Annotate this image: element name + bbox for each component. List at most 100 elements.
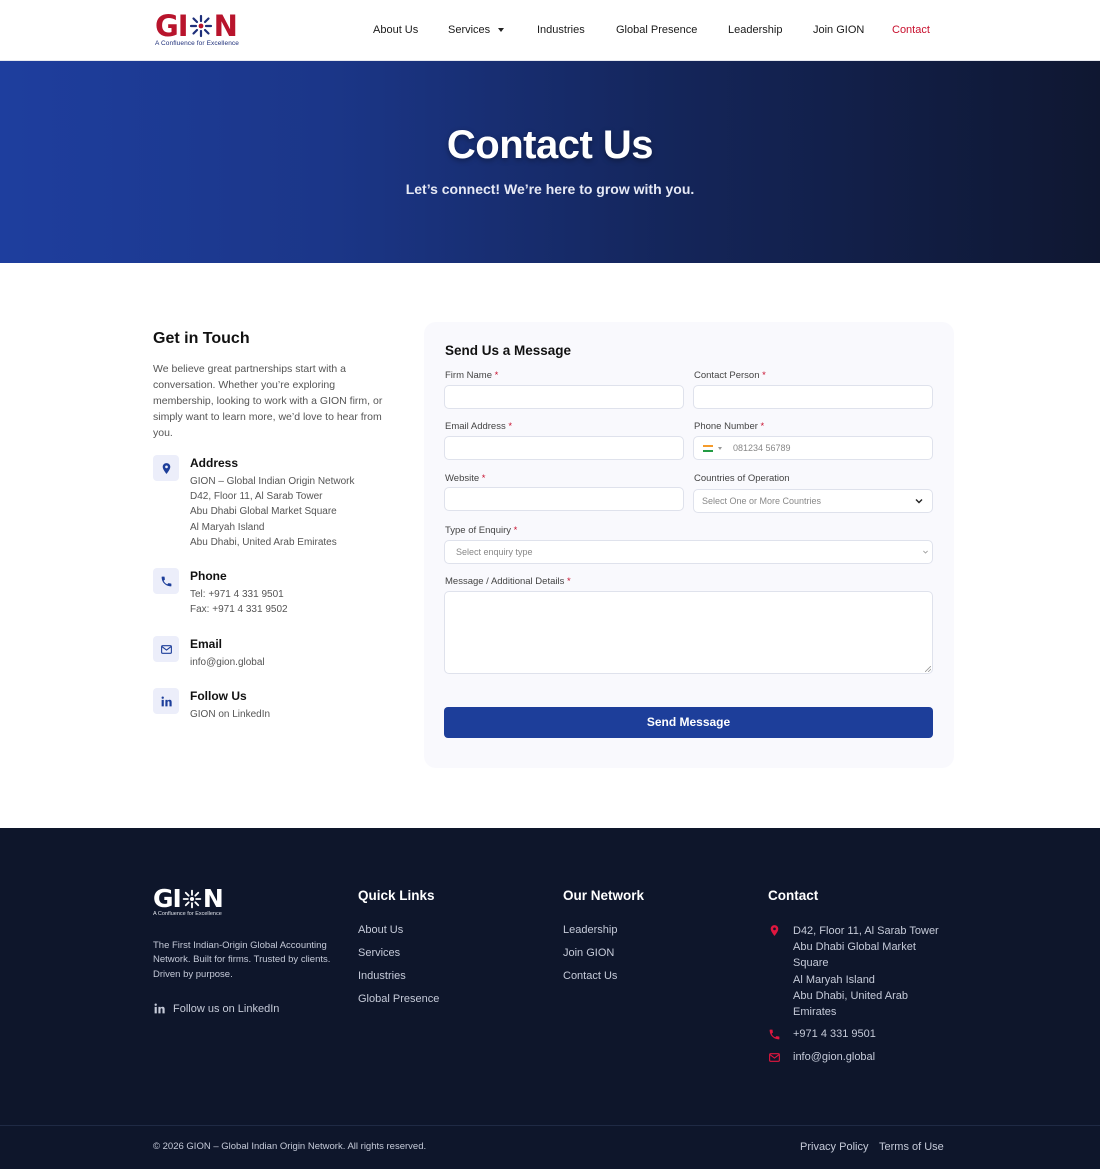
footer-link-join-gion[interactable]: Join GION bbox=[563, 947, 614, 959]
countries-placeholder: Select One or More Countries bbox=[702, 496, 822, 506]
contact-person-label: Contact Person * bbox=[694, 370, 766, 381]
footer-logo-wordmark: GI N bbox=[153, 884, 224, 913]
enquiry-placeholder: Select enquiry type bbox=[456, 547, 533, 557]
footer-follow-label: Follow us on LinkedIn bbox=[173, 1002, 280, 1015]
address-line: D42, Floor 11, Al Sarab Tower bbox=[793, 925, 939, 937]
copyright-text: © 2026 GION – Global Indian Origin Netwo… bbox=[153, 1141, 427, 1152]
phone-icon bbox=[153, 568, 179, 594]
chevron-down-icon bbox=[923, 550, 928, 554]
hero-banner: Contact Us Let’s connect! We’re here to … bbox=[0, 61, 1100, 263]
footer-link-global-presence[interactable]: Global Presence bbox=[358, 993, 439, 1005]
phone-title: Phone bbox=[190, 569, 227, 583]
nav-about-us[interactable]: About Us bbox=[373, 22, 418, 38]
nav-leadership[interactable]: Leadership bbox=[728, 22, 782, 38]
logo-text-start: GI bbox=[153, 884, 182, 913]
footer-logo[interactable]: GI N A Confluence for Excellence bbox=[153, 884, 224, 918]
email-link[interactable]: info@gion.global bbox=[190, 655, 265, 670]
address-line: Abu Dhabi, United Arab bbox=[793, 989, 908, 1002]
nav-contact[interactable]: Contact bbox=[892, 22, 930, 38]
resize-handle-icon[interactable] bbox=[925, 666, 931, 672]
contact-person-input[interactable] bbox=[693, 385, 933, 409]
footer-link-contact-us[interactable]: Contact Us bbox=[563, 970, 617, 982]
main-menu: About Us Services Industries Global Pres… bbox=[0, 22, 1100, 40]
nav-join-gion[interactable]: Join GION bbox=[813, 22, 864, 38]
linkedin-icon bbox=[153, 688, 179, 714]
firm-name-input[interactable] bbox=[444, 385, 684, 409]
label-text: Email Address bbox=[445, 421, 506, 432]
address-line: Abu Dhabi Global Market bbox=[793, 941, 916, 954]
label-text: Type of Enquiry bbox=[445, 525, 512, 536]
hero-subtitle: Let’s connect! We’re here to grow with y… bbox=[405, 181, 695, 197]
contact-form-card: Send Us a Message Firm Name * Contact Pe… bbox=[424, 322, 954, 768]
email-input[interactable] bbox=[444, 436, 684, 460]
footer-email: info@gion.global bbox=[793, 1051, 876, 1063]
site-footer: GI N A Confluence for Excellence The Fir… bbox=[0, 828, 1100, 1169]
label-text: Contact Person bbox=[694, 370, 760, 381]
footer-phone: +971 4 331 9501 bbox=[793, 1028, 876, 1040]
form-heading: Send Us a Message bbox=[445, 343, 572, 358]
footer-link-industries[interactable]: Industries bbox=[358, 970, 406, 982]
address-line: Abu Dhabi, United Arab Emirates bbox=[190, 536, 337, 548]
phone-tel[interactable]: Tel: +971 4 331 9501 bbox=[190, 587, 288, 602]
address-line: Abu Dhabi Global Market Square bbox=[190, 506, 337, 518]
email-title: Email bbox=[190, 637, 223, 651]
required-marker: * bbox=[513, 525, 518, 536]
email-label: Email Address * bbox=[445, 421, 512, 432]
logo-text-end: N bbox=[202, 884, 224, 913]
address-line: Al Maryah Island bbox=[190, 521, 265, 533]
footer-divider bbox=[0, 1125, 1100, 1126]
top-navbar: GI N A Confluence for Excellence About U… bbox=[0, 0, 1100, 61]
address-line: D42, Floor 11, Al Sarab Tower bbox=[190, 491, 323, 503]
required-marker: * bbox=[762, 370, 766, 381]
required-marker: * bbox=[760, 421, 765, 432]
get-in-touch-section: Get in Touch We believe great partnershi… bbox=[153, 330, 403, 720]
phone-label: Phone Number * bbox=[694, 421, 764, 432]
get-in-touch-intro: We believe great partnerships start with… bbox=[153, 363, 383, 439]
website-input[interactable] bbox=[444, 487, 684, 511]
label-text: Message / Additional Details bbox=[445, 576, 565, 587]
envelope-icon bbox=[153, 636, 179, 662]
footer-linkedin-link[interactable]: Follow us on LinkedIn bbox=[153, 1002, 279, 1015]
nav-global-presence[interactable]: Global Presence bbox=[616, 22, 697, 38]
label-text: Firm Name bbox=[445, 370, 492, 381]
footer-link-services[interactable]: Services bbox=[358, 947, 400, 959]
footer-link-about-us[interactable]: About Us bbox=[358, 924, 403, 936]
footer-description: The First Indian-Origin Global Accountin… bbox=[153, 940, 331, 980]
address-line: Al Maryah Island bbox=[793, 973, 875, 986]
label-text: Countries of Operation bbox=[694, 473, 790, 484]
footer-link-leadership[interactable]: Leadership bbox=[563, 924, 617, 936]
linkedin-link[interactable]: GION on LinkedIn bbox=[190, 707, 270, 722]
send-message-button[interactable]: Send Message bbox=[444, 707, 933, 738]
countries-select[interactable]: Select One or More Countries bbox=[693, 489, 933, 513]
follow-title: Follow Us bbox=[190, 689, 247, 703]
phone-icon bbox=[769, 1029, 780, 1040]
chevron-down-icon bbox=[498, 28, 505, 33]
footer-address: D42, Floor 11, Al Sarab Tower Abu Dhabi … bbox=[793, 923, 939, 1020]
footer-contact-heading: Contact bbox=[768, 888, 819, 903]
get-in-touch-heading: Get in Touch bbox=[153, 330, 250, 347]
label-text: Website bbox=[445, 473, 480, 484]
terms-of-use-link[interactable]: Terms of Use bbox=[879, 1141, 944, 1153]
message-textarea[interactable] bbox=[444, 591, 933, 674]
required-marker: * bbox=[481, 473, 486, 484]
page-title: Contact Us bbox=[446, 123, 654, 167]
nav-industries[interactable]: Industries bbox=[537, 22, 585, 38]
footer-logo-tagline: A Confluence for Excellence bbox=[153, 911, 222, 917]
chevron-down-icon bbox=[718, 447, 722, 450]
required-marker: * bbox=[508, 421, 513, 432]
privacy-policy-link[interactable]: Privacy Policy bbox=[800, 1141, 868, 1153]
india-flag-icon[interactable] bbox=[703, 445, 713, 452]
enquiry-select[interactable]: Select enquiry type bbox=[444, 540, 933, 564]
phone-lines: Tel: +971 4 331 9501 Fax: +971 4 331 950… bbox=[190, 587, 288, 617]
address-line: Emirates bbox=[793, 1006, 837, 1019]
nav-services-label: Services bbox=[448, 24, 491, 36]
nav-services[interactable]: Services bbox=[448, 22, 505, 38]
address-lines: GION – Global Indian Origin Network D42,… bbox=[190, 474, 355, 550]
email-lines: info@gion.global bbox=[190, 655, 265, 670]
required-marker: * bbox=[566, 576, 571, 587]
envelope-icon bbox=[769, 1053, 780, 1062]
address-title: Address bbox=[190, 456, 239, 470]
phone-input[interactable]: 081234 56789 bbox=[693, 436, 933, 460]
logo-star-icon bbox=[182, 889, 202, 909]
address-line: GION – Global Indian Origin Network bbox=[190, 476, 355, 487]
